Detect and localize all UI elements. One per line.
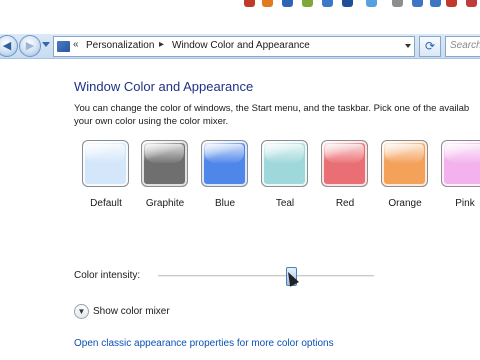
breadcrumb-item-window-color[interactable]: Window Color and Appearance bbox=[172, 40, 310, 51]
description-line-2: your own color using the color mixer. bbox=[74, 116, 229, 127]
taskbar-tray-strip bbox=[0, 0, 480, 10]
swatch-label-pink: Pink bbox=[455, 198, 475, 209]
swatch-label-teal: Teal bbox=[275, 198, 295, 209]
swatch-red[interactable] bbox=[321, 140, 368, 187]
breadcrumb-separator-icon[interactable]: ▸ bbox=[159, 39, 164, 50]
swatch-blue[interactable] bbox=[201, 140, 248, 187]
address-dropdown-icon[interactable] bbox=[405, 44, 411, 48]
swatch-orange[interactable] bbox=[381, 140, 428, 187]
classic-appearance-link[interactable]: Open classic appearance properties for m… bbox=[74, 338, 334, 349]
tray-icon-10[interactable] bbox=[430, 0, 441, 7]
tray-icon-1[interactable] bbox=[244, 0, 255, 7]
breadcrumb-item-personalization[interactable]: Personalization bbox=[86, 40, 154, 51]
tray-icon-7[interactable] bbox=[366, 0, 377, 7]
swatch-label-blue: Blue bbox=[214, 198, 235, 209]
color-intensity-slider-track[interactable] bbox=[158, 275, 374, 277]
swatch-label-red: Red bbox=[335, 198, 355, 209]
search-input[interactable]: Search bbox=[445, 36, 480, 57]
tray-icon-2[interactable] bbox=[262, 0, 273, 7]
forward-button[interactable]: ▶ bbox=[19, 35, 41, 57]
swatch-label-graphite: Graphite bbox=[145, 198, 185, 209]
show-color-mixer-label[interactable]: Show color mixer bbox=[93, 306, 170, 317]
page-title: Window Color and Appearance bbox=[74, 79, 254, 94]
swatch-label-orange: Orange bbox=[388, 198, 422, 209]
swatch-graphite[interactable] bbox=[141, 140, 188, 187]
color-intensity-label: Color intensity: bbox=[74, 270, 141, 281]
swatch-teal[interactable] bbox=[261, 140, 308, 187]
address-box[interactable]: « Personalization ▸ Window Color and App… bbox=[53, 36, 415, 57]
swatch-label-default: Default bbox=[90, 198, 122, 209]
tray-icon-3[interactable] bbox=[282, 0, 293, 7]
swatch-pink[interactable] bbox=[441, 140, 480, 187]
breadcrumb-overflow[interactable]: « bbox=[73, 39, 79, 50]
address-bar-row: ◀ ▶ « Personalization ▸ Window Color and… bbox=[0, 34, 480, 59]
tray-icon-8[interactable] bbox=[392, 0, 403, 7]
page-description: You can change the color of windows, the… bbox=[74, 102, 480, 128]
tray-icon-6[interactable] bbox=[342, 0, 353, 7]
tray-icon-4[interactable] bbox=[302, 0, 313, 7]
swatch-default[interactable] bbox=[82, 140, 129, 187]
tray-icon-5[interactable] bbox=[322, 0, 333, 7]
description-line-1: You can change the color of windows, the… bbox=[74, 103, 470, 114]
tray-icon-12[interactable] bbox=[466, 0, 477, 7]
search-placeholder: Search bbox=[450, 40, 480, 51]
tray-icon-9[interactable] bbox=[412, 0, 423, 7]
recent-pages-chevron-down-icon[interactable] bbox=[42, 42, 50, 47]
back-button[interactable]: ◀ bbox=[0, 35, 18, 57]
tray-icon-11[interactable] bbox=[446, 0, 457, 7]
refresh-button[interactable]: ⟳ bbox=[419, 36, 441, 57]
control-panel-icon bbox=[57, 41, 70, 52]
show-color-mixer-chevron-down-icon[interactable]: ▼ bbox=[74, 304, 89, 319]
